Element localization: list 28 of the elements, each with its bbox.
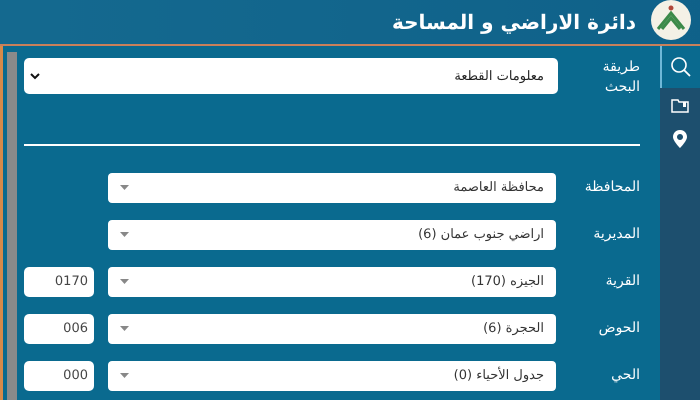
caret-icon xyxy=(120,326,129,331)
caret-icon xyxy=(120,373,129,378)
field-label: الحوض xyxy=(598,318,640,338)
code-field[interactable]: 006 xyxy=(24,314,94,344)
location-pin-icon xyxy=(673,130,687,148)
code-field[interactable]: 0170 xyxy=(24,266,94,296)
chevron-icon xyxy=(30,72,40,80)
search-icon xyxy=(670,56,692,78)
page-title: دائرة الاراضي و المساحة xyxy=(392,10,636,34)
field-label: القرية xyxy=(604,272,640,291)
field-label: المديرية xyxy=(592,224,640,244)
sidebar-tab[interactable] xyxy=(660,46,700,88)
caret-icon xyxy=(120,279,129,284)
scrollbar[interactable] xyxy=(7,52,17,400)
dropdown-field[interactable]: محافظة العاصمة xyxy=(108,172,556,202)
emblem-icon xyxy=(650,0,692,41)
dropdown-field[interactable]: الحجرة (6) xyxy=(108,314,556,344)
caret-icon xyxy=(120,185,129,190)
folder-icon xyxy=(671,97,689,113)
caret-icon xyxy=(120,232,129,237)
field-label: الحي xyxy=(610,366,640,385)
dropdown-field[interactable]: الجيزه (170) xyxy=(108,266,556,296)
field-label: طريقة البحث xyxy=(602,58,640,97)
dropdown-field[interactable]: اراضي جنوب عمان (6) xyxy=(108,220,556,250)
code-field[interactable]: 000 xyxy=(24,360,94,390)
search-method-select[interactable]: معلومات القطعة xyxy=(24,58,558,94)
field-label: المحافظة xyxy=(584,178,640,197)
dropdown-field[interactable]: جدول الأحياء (0) xyxy=(108,360,556,390)
